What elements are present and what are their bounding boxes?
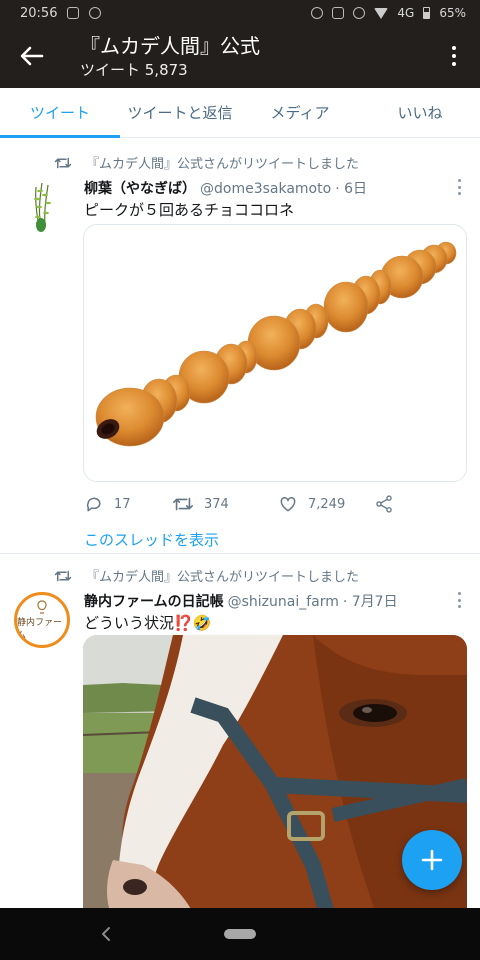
avatar[interactable]: 静内ファーム — [14, 592, 70, 648]
retweet-text: 『ムカデ人間』公式さんがリツイートしました — [86, 157, 360, 172]
page-title: 『ムカデ人間』公式 — [80, 34, 260, 58]
tweet-image[interactable] — [83, 635, 467, 935]
timeline: 『ムカデ人間』公式さんがリツイートしました 柳葉（やなぎば） @dome3saka… — [0, 139, 480, 960]
tab-likes[interactable]: いいね — [360, 88, 480, 137]
retweet-context: 『ムカデ人間』公式さんがリツイートしました — [54, 153, 359, 172]
profile-tabs: ツイート ツイートと返信 メディア いいね — [0, 88, 480, 138]
tweet-card[interactable]: 『ムカデ人間』公式さんがリツイートしました 柳葉（やなぎば） @dome3saka… — [0, 139, 480, 554]
battery-level: 65% — [439, 6, 466, 20]
status-bar: 20:56 4G 65% — [0, 0, 480, 26]
farm-logo-icon — [37, 599, 47, 614]
compose-tweet-button[interactable] — [402, 830, 462, 890]
retweet-icon — [54, 570, 72, 581]
tweet-card[interactable]: 『ムカデ人間』公式さんがリツイートしました 静内ファーム 静内ファームの日記帳 @… — [0, 554, 480, 960]
tweet-options-icon[interactable] — [456, 592, 462, 608]
more-vert-icon[interactable] — [442, 42, 466, 70]
retweet-icon — [173, 497, 193, 511]
tab-tweets-and-replies[interactable]: ツイートと返信 — [120, 88, 240, 137]
avatar[interactable] — [14, 177, 70, 233]
battery-icon — [423, 7, 431, 19]
reply-icon — [86, 497, 101, 512]
nav-back-icon[interactable] — [100, 926, 112, 942]
retweet-button[interactable]: 374 — [172, 494, 278, 514]
link-icon — [332, 7, 345, 19]
tweet-header: 静内ファームの日記帳 @shizunai_farm · 7月7日 — [84, 591, 398, 611]
retweet-text: 『ムカデ人間』公式さんがリツイートしました — [86, 570, 360, 585]
tweet-header: 柳葉（やなぎば） @dome3sakamoto · 6日 — [84, 178, 367, 198]
retweet-icon — [54, 157, 72, 168]
share-icon — [376, 495, 392, 513]
tweet-text: どういう状況⁉️🤣 — [84, 614, 212, 632]
notification-icon — [67, 7, 80, 19]
reply-button[interactable]: 17 — [84, 494, 172, 514]
system-nav-bar — [0, 908, 480, 960]
author-handle[interactable]: @shizunai_farm — [228, 594, 339, 610]
retweet-context: 『ムカデ人間』公式さんがリツイートしました — [54, 566, 359, 585]
network-type: 4G — [397, 6, 415, 20]
author-name[interactable]: 静内ファームの日記帳 — [84, 594, 224, 610]
tweet-time: · 7月7日 — [342, 594, 398, 610]
nav-home-pill[interactable] — [224, 929, 256, 939]
share-button[interactable] — [374, 494, 394, 514]
tweet-options-icon[interactable] — [456, 179, 462, 195]
avatar-text: 静内ファーム — [17, 617, 63, 641]
back-arrow-icon[interactable] — [16, 40, 48, 72]
mute-icon — [353, 7, 366, 19]
tweet-text: ピークが５回あるチョココロネ — [84, 201, 295, 219]
alarm-icon — [311, 7, 324, 19]
retweet-count: 374 — [204, 496, 229, 512]
wifi-icon — [374, 7, 389, 19]
tweet-time: · 6日 — [335, 181, 367, 197]
tab-tweets[interactable]: ツイート — [0, 88, 120, 138]
author-name[interactable]: 柳葉（やなぎば） — [84, 181, 196, 197]
like-button[interactable]: 7,249 — [278, 494, 374, 514]
compose-plus-icon — [421, 849, 443, 871]
show-thread-link[interactable]: このスレッドを表示 — [84, 529, 219, 550]
app-bar: 『ムカデ人間』公式 ツイート 5,873 — [0, 26, 480, 88]
tweet-actions: 17 374 7,249 — [84, 492, 424, 516]
like-icon — [280, 496, 296, 512]
tweet-count: ツイート 5,873 — [80, 61, 188, 79]
notification-icon-2 — [89, 7, 102, 19]
reply-count: 17 — [114, 496, 131, 512]
author-handle[interactable]: @dome3sakamoto — [200, 181, 331, 197]
like-count: 7,249 — [308, 496, 346, 512]
tab-media[interactable]: メディア — [240, 88, 360, 137]
tweet-image[interactable] — [83, 224, 467, 482]
status-time: 20:56 — [20, 5, 58, 21]
